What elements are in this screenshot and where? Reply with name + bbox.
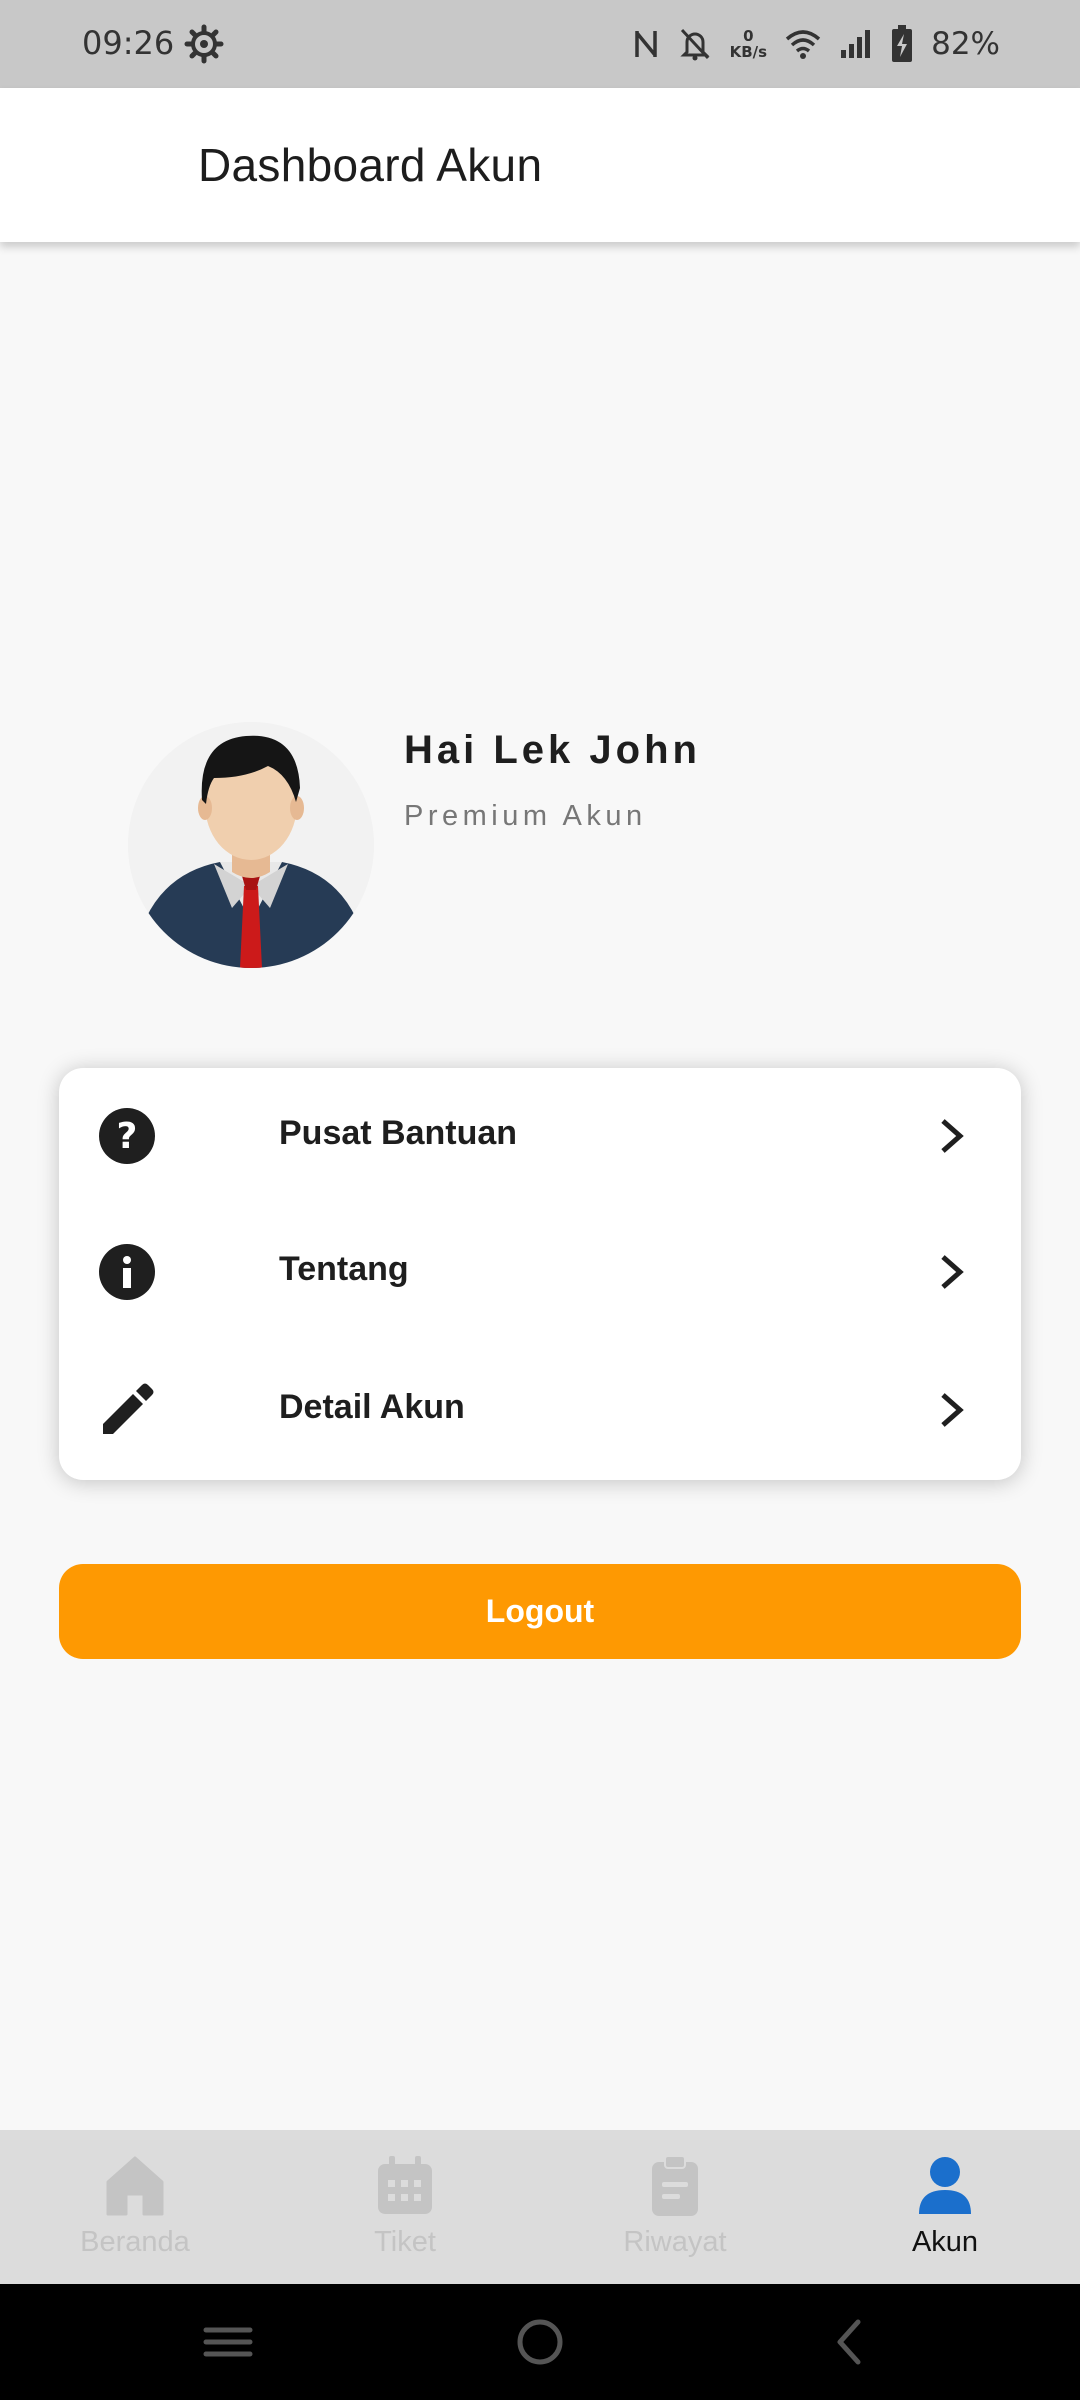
home-icon <box>106 2156 164 2216</box>
nfc-icon <box>632 27 660 61</box>
chevron-right-icon <box>933 1252 969 1292</box>
screen: 09:26 0 KB/s 82% Dashboard Akun Hai Lek … <box>0 0 1080 2400</box>
nav-item-beranda[interactable]: Beranda <box>0 2130 270 2284</box>
svg-text:?: ? <box>117 1116 138 1157</box>
edit-icon <box>99 1382 155 1438</box>
status-time: 09:26 <box>82 24 175 62</box>
battery-charging-icon <box>891 25 913 63</box>
menu-item-pusat-bantuan[interactable]: ? Pusat Bantuan <box>59 1068 1021 1204</box>
home-circle-icon[interactable] <box>504 2306 576 2378</box>
chevron-right-icon <box>933 1390 969 1430</box>
nav-label: Beranda <box>80 2226 190 2258</box>
back-icon[interactable] <box>814 2306 886 2378</box>
nav-item-akun[interactable]: Akun <box>810 2130 1080 2284</box>
menu-item-label: Tentang <box>279 1250 409 1288</box>
clipboard-icon <box>646 2155 704 2216</box>
account-menu-card: ? Pusat Bantuan Tentang Detail Akun <box>59 1068 1021 1480</box>
status-icons: 0 KB/s 82% <box>632 20 1000 68</box>
speed-unit: KB/s <box>729 43 768 61</box>
menu-icon[interactable] <box>192 2306 264 2378</box>
menu-item-detail-akun[interactable]: Detail Akun <box>59 1342 1021 1478</box>
nav-label: Akun <box>911 2226 979 2258</box>
bell-off-icon <box>678 26 712 62</box>
app-bar: Dashboard Akun <box>0 88 1080 242</box>
avatar <box>128 722 374 968</box>
nav-label: Tiket <box>374 2226 436 2258</box>
status-bar: 09:26 0 KB/s 82% <box>0 0 1080 88</box>
chevron-right-icon <box>933 1116 969 1156</box>
person-icon <box>916 2156 974 2216</box>
nav-item-riwayat[interactable]: Riwayat <box>540 2130 810 2284</box>
battery-percentage: 82% <box>931 26 1000 62</box>
signal-icon <box>839 28 873 60</box>
ticket-icon <box>376 2156 434 2216</box>
system-navigation-bar <box>0 2284 1080 2400</box>
nav-label: Riwayat <box>623 2226 727 2258</box>
menu-item-label: Detail Akun <box>279 1388 465 1426</box>
page-title: Dashboard Akun <box>198 139 543 191</box>
menu-item-tentang[interactable]: Tentang <box>59 1204 1021 1340</box>
profile-greeting: Hai Lek John <box>404 728 701 772</box>
nav-item-tiket[interactable]: Tiket <box>270 2130 540 2284</box>
wifi-icon <box>785 28 821 60</box>
gear-icon <box>184 24 224 64</box>
network-speed: 0 KB/s <box>730 28 767 60</box>
avatar-icon <box>128 722 374 968</box>
info-icon <box>99 1244 155 1300</box>
logout-button[interactable]: Logout <box>59 1564 1021 1659</box>
bottom-nav: Beranda Tiket Riwayat Akun <box>0 2130 1080 2284</box>
account-type: Premium Akun <box>404 800 647 832</box>
menu-item-label: Pusat Bantuan <box>279 1114 518 1152</box>
help-icon: ? <box>99 1108 155 1164</box>
